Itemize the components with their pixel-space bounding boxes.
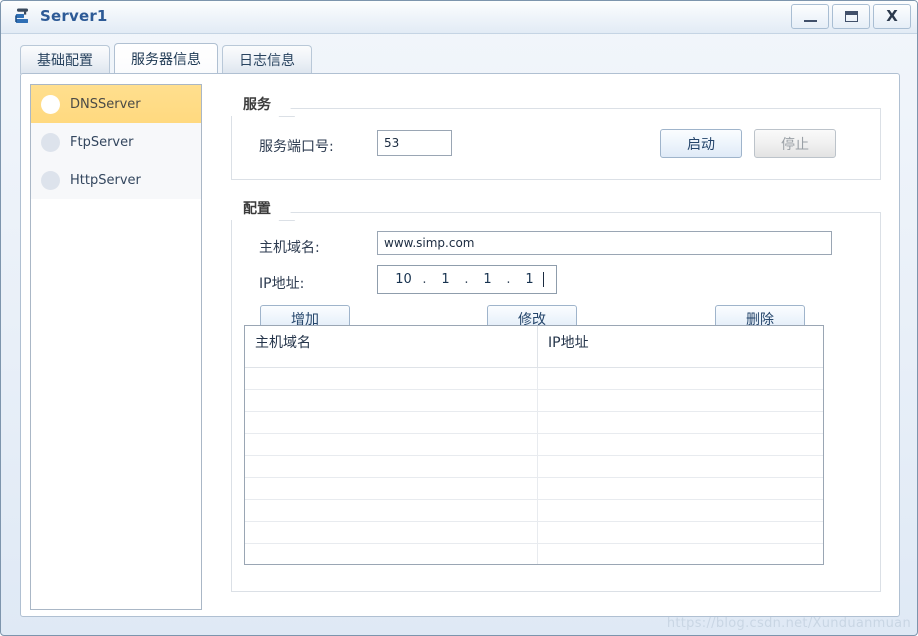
service-group: 服务 服务端口号: 53 启动 停止 <box>231 93 881 180</box>
status-circle-icon <box>41 94 60 114</box>
table-row[interactable] <box>245 478 823 500</box>
domain-input[interactable]: www.simp.com <box>377 231 832 255</box>
server-details-pane: 服务 服务端口号: 53 启动 停止 配置 主机域名: www.simp.com… <box>221 84 891 610</box>
service-port-input[interactable]: 53 <box>377 130 452 156</box>
sidebar-item-label: HttpServer <box>70 172 141 188</box>
table-row[interactable] <box>245 390 823 412</box>
ip-separator: . <box>422 272 427 287</box>
dns-records-table[interactable]: 主机域名 IP地址 <box>244 325 824 565</box>
cell-domain[interactable] <box>245 434 538 455</box>
service-group-header: 服务 <box>231 93 296 117</box>
window-controls: X <box>791 4 911 29</box>
server-list[interactable]: DNSServer FtpServer HttpServer <box>30 84 202 610</box>
status-circle-icon <box>41 132 60 152</box>
ip-separator: . <box>506 272 511 287</box>
sidebar-item-ftpserver[interactable]: FtpServer <box>31 123 201 161</box>
ip-octet-4[interactable]: 1 <box>517 272 543 287</box>
cell-domain[interactable] <box>245 522 538 543</box>
table-row[interactable] <box>245 368 823 390</box>
ip-octet-2[interactable]: 1 <box>433 272 459 287</box>
service-port-value: 53 <box>384 136 400 150</box>
cell-ip[interactable] <box>538 390 823 411</box>
tab-content-panel: DNSServer FtpServer HttpServer 服务 服务端口号: <box>20 73 900 617</box>
tab-server-info[interactable]: 服务器信息 <box>114 43 218 74</box>
close-icon: X <box>886 7 898 25</box>
table-header-row: 主机域名 IP地址 <box>245 326 823 368</box>
server-device-icon <box>13 6 33 26</box>
cell-ip[interactable] <box>538 500 823 521</box>
table-row[interactable] <box>245 412 823 434</box>
maximize-icon <box>844 11 858 22</box>
close-button[interactable]: X <box>873 4 911 29</box>
column-header-domain[interactable]: 主机域名 <box>245 326 538 368</box>
cell-domain[interactable] <box>245 478 538 499</box>
table-row[interactable] <box>245 500 823 522</box>
watermark-text: https://blog.csdn.net/Xunduanmuan <box>666 616 911 631</box>
tab-log-info[interactable]: 日志信息 <box>222 45 312 74</box>
service-port-label: 服务端口号: <box>259 139 334 155</box>
text-cursor <box>542 272 544 287</box>
window-title: Server1 <box>40 7 108 25</box>
column-header-ip[interactable]: IP地址 <box>538 326 823 368</box>
ip-octet-1[interactable]: 10 <box>391 272 417 287</box>
cell-domain[interactable] <box>245 544 538 564</box>
domain-label: 主机域名: <box>259 240 320 256</box>
sidebar-item-httpserver[interactable]: HttpServer <box>31 161 201 199</box>
sidebar-item-label: DNSServer <box>70 96 141 112</box>
cell-ip[interactable] <box>538 412 823 433</box>
ip-separator: . <box>464 272 469 287</box>
cell-ip[interactable] <box>538 368 823 389</box>
cell-domain[interactable] <box>245 500 538 521</box>
table-row[interactable] <box>245 544 823 564</box>
table-row[interactable] <box>245 434 823 456</box>
config-group: 配置 主机域名: www.simp.com IP地址: 10 . 1 . 1 .… <box>231 197 881 592</box>
stop-button[interactable]: 停止 <box>754 129 836 158</box>
stop-button-label: 停止 <box>781 136 809 153</box>
title-bar: Server1 X <box>1 1 917 34</box>
config-group-header: 配置 <box>231 197 296 221</box>
ip-label: IP地址: <box>259 276 305 292</box>
maximize-button[interactable] <box>832 4 870 29</box>
cell-domain[interactable] <box>245 456 538 477</box>
table-row[interactable] <box>245 522 823 544</box>
cell-domain[interactable] <box>245 412 538 433</box>
tab-label: 基础配置 <box>37 53 93 69</box>
cell-domain[interactable] <box>245 368 538 389</box>
tab-label: 服务器信息 <box>131 52 201 68</box>
start-button[interactable]: 启动 <box>660 129 742 158</box>
table-body <box>245 368 823 564</box>
sidebar-item-dnsserver[interactable]: DNSServer <box>31 85 201 123</box>
minimize-icon <box>803 19 817 22</box>
tab-strip: 基础配置 服务器信息 日志信息 <box>20 43 900 74</box>
minimize-button[interactable] <box>791 4 829 29</box>
server-list-empty-area <box>31 199 201 609</box>
cell-ip[interactable] <box>538 544 823 564</box>
cell-ip[interactable] <box>538 478 823 499</box>
table-row[interactable] <box>245 456 823 478</box>
ip-octet-3[interactable]: 1 <box>475 272 501 287</box>
server-configuration-window: Server1 X 基础配置 服务器信息 日志信息 DNSServer FtpS… <box>0 0 918 636</box>
cell-ip[interactable] <box>538 456 823 477</box>
cell-ip[interactable] <box>538 434 823 455</box>
cell-domain[interactable] <box>245 390 538 411</box>
title-bar-left: Server1 <box>13 6 108 26</box>
start-button-label: 启动 <box>687 136 715 153</box>
tab-basic-config[interactable]: 基础配置 <box>20 45 110 74</box>
ip-address-input[interactable]: 10 . 1 . 1 . 1 <box>377 265 557 294</box>
cell-ip[interactable] <box>538 522 823 543</box>
status-circle-icon <box>41 170 60 190</box>
tab-label: 日志信息 <box>239 53 295 69</box>
domain-value: www.simp.com <box>384 236 475 250</box>
sidebar-item-label: FtpServer <box>70 134 134 150</box>
